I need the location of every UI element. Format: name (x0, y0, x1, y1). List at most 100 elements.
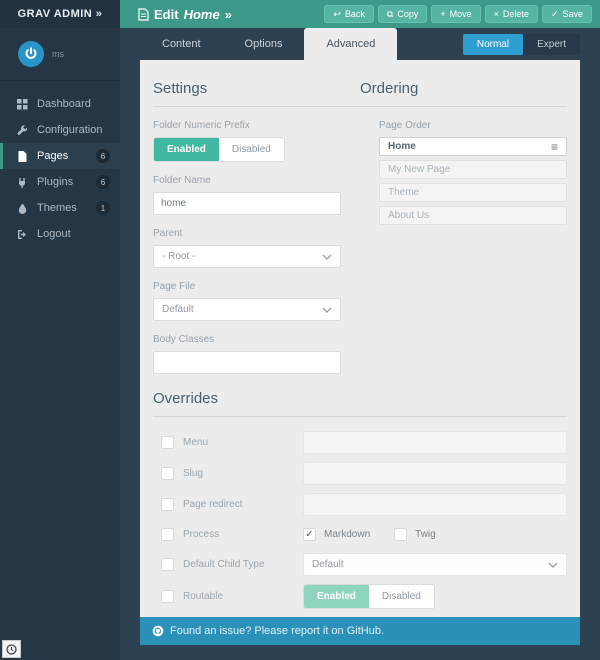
topbar-actions: ↩ Back ⧉ Copy + Move × Delete ✓ Save (324, 5, 592, 23)
process-checkbox[interactable] (161, 528, 174, 541)
brand-label: GRAV ADMIN » (17, 8, 103, 20)
move-button[interactable]: + Move (431, 5, 481, 23)
drag-handle-icon[interactable]: ≡ (551, 141, 558, 153)
markdown-checkbox[interactable] (303, 528, 316, 541)
page-title-name: Home (183, 6, 220, 22)
sidebar-item-configuration[interactable]: Configuration (0, 117, 120, 143)
process-label: Process (183, 529, 220, 540)
chevron-down-icon (548, 562, 558, 568)
clock-icon (6, 643, 17, 655)
folder-name-input[interactable] (153, 192, 341, 215)
tab-advanced[interactable]: Advanced (304, 28, 398, 60)
override-row-page-redirect: Page redirect (153, 493, 567, 516)
chevron-down-icon (322, 307, 332, 313)
page-title: Edit Home » (138, 7, 324, 22)
sidebar-item-logout[interactable]: Logout (0, 221, 120, 247)
override-row-routable: Routable Enabled Disabled (153, 584, 567, 609)
copy-button[interactable]: ⧉ Copy (377, 5, 428, 23)
topbar-main: Edit Home » ↩ Back ⧉ Copy + Move × Delet… (120, 0, 600, 28)
page-redirect-checkbox[interactable] (161, 498, 174, 511)
page-redirect-input[interactable] (303, 493, 567, 516)
tab-options[interactable]: Options (223, 28, 305, 60)
mode-normal-button[interactable]: Normal (462, 33, 524, 55)
delete-button[interactable]: × Delete (484, 5, 538, 23)
override-row-slug: Slug (153, 462, 567, 485)
page-file-select-value: Default (162, 304, 194, 315)
page-title-arrow: » (224, 6, 232, 22)
menu-input[interactable] (303, 431, 567, 454)
slug-input[interactable] (303, 462, 567, 485)
order-item-theme[interactable]: Theme (379, 183, 567, 202)
sidebar-item-dashboard[interactable]: Dashboard (0, 91, 120, 117)
enabled-option[interactable]: Enabled (304, 585, 369, 608)
delete-button-label: Delete (502, 9, 529, 19)
debugbar-toggle[interactable] (2, 640, 21, 658)
default-child-type-select[interactable]: Default (303, 553, 567, 576)
default-child-type-checkbox[interactable] (161, 558, 174, 571)
routable-toggle: Enabled Disabled (303, 584, 435, 609)
sidebar-item-plugins[interactable]: Plugins 6 (0, 169, 120, 195)
sidebar-item-label: Logout (37, 228, 71, 240)
footer-message[interactable]: Found an issue? Please report it on GitH… (170, 625, 384, 637)
parent-label: Parent (153, 228, 183, 239)
order-item-label: About Us (388, 210, 430, 221)
chevron-down-icon (322, 254, 332, 260)
body-classes-input[interactable] (153, 351, 341, 374)
disabled-option[interactable]: Disabled (218, 138, 284, 161)
topbar: GRAV ADMIN » Edit Home » ↩ Back ⧉ Copy +… (0, 0, 600, 28)
page-title-action: Edit (154, 6, 179, 22)
main-area: Content Options Advanced Normal Expert S… (120, 28, 600, 660)
enabled-option[interactable]: Enabled (154, 138, 219, 161)
order-item-my-new-page[interactable]: My New Page (379, 160, 567, 179)
section-headings: Settings Ordering (153, 60, 567, 107)
folder-numeric-prefix-label: Folder Numeric Prefix (153, 120, 250, 131)
x-icon: × (493, 8, 499, 19)
page-redirect-label: Page redirect (183, 499, 243, 510)
copy-button-label: Copy (397, 9, 419, 19)
github-icon (152, 625, 164, 637)
form-panel: Settings Ordering Folder Numeric Prefix … (140, 60, 580, 617)
sidebar-item-label: Plugins (37, 176, 74, 188)
sidebar-user[interactable]: ms (0, 28, 120, 81)
page-file-select[interactable]: Default (153, 298, 341, 321)
brand[interactable]: GRAV ADMIN » (0, 0, 120, 28)
logout-icon (18, 229, 26, 239)
overrides-heading: Overrides (153, 390, 219, 407)
disabled-option[interactable]: Disabled (368, 585, 434, 608)
back-button-label: Back (344, 9, 365, 19)
routable-checkbox[interactable] (161, 590, 174, 603)
slug-checkbox[interactable] (161, 467, 174, 480)
slug-label: Slug (183, 468, 204, 479)
save-button[interactable]: ✓ Save (541, 5, 592, 23)
menu-checkbox[interactable] (161, 436, 174, 449)
overrides-heading-row: Overrides (153, 374, 567, 417)
twig-checkbox[interactable] (394, 528, 408, 541)
mode-expert-button[interactable]: Expert (523, 33, 580, 55)
parent-select[interactable]: - Root - (153, 245, 341, 268)
sidebar-item-themes[interactable]: Themes 1 (0, 195, 120, 221)
footer-bar: Found an issue? Please report it on GitH… (140, 617, 580, 645)
default-child-type-label: Default Child Type (183, 559, 265, 570)
body-classes-label: Body Classes (153, 334, 215, 345)
order-item-home[interactable]: Home ≡ (379, 137, 567, 156)
bottom-strip (120, 645, 600, 660)
override-row-process: Process Markdown Twig (153, 524, 567, 545)
back-button[interactable]: ↩ Back (324, 5, 374, 23)
settings-heading: Settings (153, 80, 208, 97)
wrench-icon (17, 124, 28, 135)
sidebar-item-pages[interactable]: Pages 6 (0, 143, 120, 169)
app-root: GRAV ADMIN » Edit Home » ↩ Back ⧉ Copy +… (0, 0, 600, 660)
page-file-label: Page File (153, 281, 196, 292)
order-item-label: Home (388, 141, 416, 152)
order-item-about-us[interactable]: About Us (379, 206, 567, 225)
pages-count-badge: 6 (96, 149, 110, 163)
move-button-label: Move (449, 9, 472, 19)
override-row-menu: Menu (153, 431, 567, 454)
folder-name-label: Folder Name (153, 175, 211, 186)
ordering-heading: Ordering (360, 80, 419, 97)
document-icon (138, 7, 149, 21)
sidebar-item-label: Configuration (37, 124, 103, 136)
menu-label: Menu (183, 437, 209, 448)
settings-column: Folder Numeric Prefix Enabled Disabled F… (153, 107, 341, 374)
tab-content[interactable]: Content (140, 28, 223, 60)
